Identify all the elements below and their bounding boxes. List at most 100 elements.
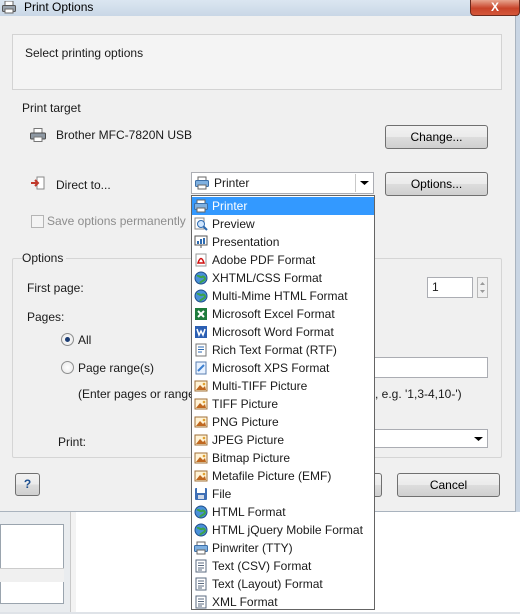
dropdown-item[interactable]: TIFF Picture bbox=[192, 395, 374, 413]
pages-label: Pages: bbox=[27, 310, 65, 324]
dropdown-item-label: Microsoft Excel Format bbox=[212, 307, 335, 321]
picture-icon bbox=[194, 415, 208, 429]
header-text: Select printing options bbox=[25, 46, 144, 60]
direct-to-icon bbox=[30, 176, 46, 190]
close-button[interactable]: X bbox=[470, 0, 520, 16]
dropdown-item[interactable]: Text (CSV) Format bbox=[192, 557, 374, 575]
dropdown-item-label: Presentation bbox=[212, 235, 280, 249]
dropdown-item[interactable]: PNG Picture bbox=[192, 413, 374, 431]
floppy-icon bbox=[194, 487, 208, 501]
help-icon: ? bbox=[23, 477, 32, 491]
dropdown-item[interactable]: Presentation bbox=[192, 233, 374, 251]
dropdown-item[interactable]: Rich Text Format (RTF) bbox=[192, 341, 374, 359]
xps-icon bbox=[194, 361, 208, 375]
text-file-icon bbox=[194, 595, 208, 609]
header-panel bbox=[12, 34, 502, 90]
chevron-down-icon[interactable] bbox=[355, 174, 372, 192]
globe-icon bbox=[194, 271, 208, 285]
direct-to-label: Direct to... bbox=[56, 178, 111, 192]
dropdown-item-label: Rich Text Format (RTF) bbox=[212, 343, 337, 357]
printer-icon bbox=[30, 128, 46, 142]
direct-to-value: Printer bbox=[214, 176, 250, 190]
printer-icon bbox=[194, 199, 208, 213]
background-scrollbar bbox=[70, 512, 76, 612]
dropdown-item-label: File bbox=[212, 487, 232, 501]
dropdown-item[interactable]: Microsoft XPS Format bbox=[192, 359, 374, 377]
picture-icon bbox=[194, 433, 208, 447]
dropdown-item-label: Text (CSV) Format bbox=[212, 559, 312, 573]
close-icon: X bbox=[490, 0, 499, 14]
presentation-icon bbox=[194, 235, 208, 249]
picture-icon bbox=[194, 451, 208, 465]
cancel-button[interactable]: Cancel bbox=[397, 473, 500, 497]
dropdown-item-label: TIFF Picture bbox=[212, 397, 279, 411]
dropdown-item[interactable]: XHTML/CSS Format bbox=[192, 269, 374, 287]
print-target-label: Print target bbox=[22, 101, 81, 115]
dropdown-item[interactable]: JPEG Picture bbox=[192, 431, 374, 449]
dropdown-item-label: Multi-Mime HTML Format bbox=[212, 289, 348, 303]
dropdown-item[interactable]: Adobe PDF Format bbox=[192, 251, 374, 269]
page-ranges-hint-example: , e.g. '1,3-4,10-') bbox=[375, 387, 462, 401]
background-scrollbar bbox=[0, 568, 64, 582]
dropdown-item-label: HTML jQuery Mobile Format bbox=[212, 523, 363, 537]
excel-icon bbox=[194, 307, 208, 321]
text-file-icon bbox=[194, 577, 208, 591]
dropdown-item-label: PNG Picture bbox=[212, 415, 279, 429]
dropdown-item-label: Multi-TIFF Picture bbox=[212, 379, 308, 393]
print-label: Print: bbox=[58, 435, 87, 449]
picture-icon bbox=[194, 379, 208, 393]
dropdown-item[interactable]: Microsoft Excel Format bbox=[192, 305, 374, 323]
dropdown-item[interactable]: Multi-Mime HTML Format bbox=[192, 287, 374, 305]
document-icon bbox=[194, 343, 208, 357]
change-printer-button[interactable]: Change... bbox=[385, 125, 488, 149]
dropdown-item[interactable]: File bbox=[192, 485, 374, 503]
word-icon bbox=[194, 325, 208, 339]
picture-icon bbox=[194, 469, 208, 483]
dropdown-item-label: Metafile Picture (EMF) bbox=[212, 469, 332, 483]
dropdown-item[interactable]: Printer bbox=[192, 197, 374, 215]
window-title: Print Options bbox=[24, 0, 94, 14]
dropdown-item-label: JPEG Picture bbox=[212, 433, 285, 447]
dropdown-item[interactable]: Preview bbox=[192, 215, 374, 233]
page-ranges-label: Page range(s) bbox=[78, 361, 155, 375]
dropdown-item[interactable]: Bitmap Picture bbox=[192, 449, 374, 467]
help-button[interactable]: ? bbox=[15, 473, 40, 496]
page-ranges-radio[interactable] bbox=[61, 361, 74, 374]
globe-icon bbox=[194, 289, 208, 303]
dropdown-item[interactable]: Pinwriter (TTY) bbox=[192, 539, 374, 557]
printer-icon bbox=[195, 176, 209, 190]
dropdown-item-label: XML Format bbox=[212, 595, 278, 609]
dropdown-item-label: Text (Layout) Format bbox=[212, 577, 323, 591]
globe-icon bbox=[194, 523, 208, 537]
dropdown-item-label: HTML Format bbox=[212, 505, 286, 519]
dropdown-item[interactable]: XML Format bbox=[192, 593, 374, 611]
printer-icon bbox=[194, 541, 208, 555]
dropdown-item[interactable]: Microsoft Word Format bbox=[192, 323, 374, 341]
dropdown-item-label: Microsoft Word Format bbox=[212, 325, 334, 339]
all-pages-radio[interactable] bbox=[61, 333, 74, 346]
dropdown-item[interactable]: Multi-TIFF Picture bbox=[192, 377, 374, 395]
dropdown-item[interactable]: Metafile Picture (EMF) bbox=[192, 467, 374, 485]
dropdown-item-label: Microsoft XPS Format bbox=[212, 361, 330, 375]
dropdown-item[interactable]: HTML jQuery Mobile Format bbox=[192, 521, 374, 539]
dropdown-item-label: Adobe PDF Format bbox=[212, 253, 316, 267]
dropdown-item-label: Preview bbox=[212, 217, 255, 231]
printer-name: Brother MFC-7820N USB bbox=[56, 128, 193, 142]
chevron-down-icon[interactable] bbox=[471, 431, 486, 446]
save-options-checkbox[interactable] bbox=[31, 215, 44, 228]
pdf-icon bbox=[194, 253, 208, 267]
dropdown-item[interactable]: HTML Format bbox=[192, 503, 374, 521]
page-ranges-hint: (Enter pages or ranges bbox=[78, 387, 201, 401]
dropdown-item[interactable]: Text (Layout) Format bbox=[192, 575, 374, 593]
options-button[interactable]: Options... bbox=[385, 172, 488, 196]
magnifier-icon bbox=[194, 217, 208, 231]
save-options-label: Save options permanently bbox=[47, 214, 186, 228]
page-ranges-input[interactable] bbox=[372, 357, 488, 378]
first-page-input[interactable]: 1 bbox=[427, 277, 473, 298]
text-file-icon bbox=[194, 559, 208, 573]
first-page-stepper[interactable] bbox=[477, 277, 488, 298]
picture-icon bbox=[194, 397, 208, 411]
dropdown-item-label: Printer bbox=[212, 199, 248, 213]
dropdown-item-label: XHTML/CSS Format bbox=[212, 271, 323, 285]
options-group-label: Options bbox=[22, 251, 67, 265]
